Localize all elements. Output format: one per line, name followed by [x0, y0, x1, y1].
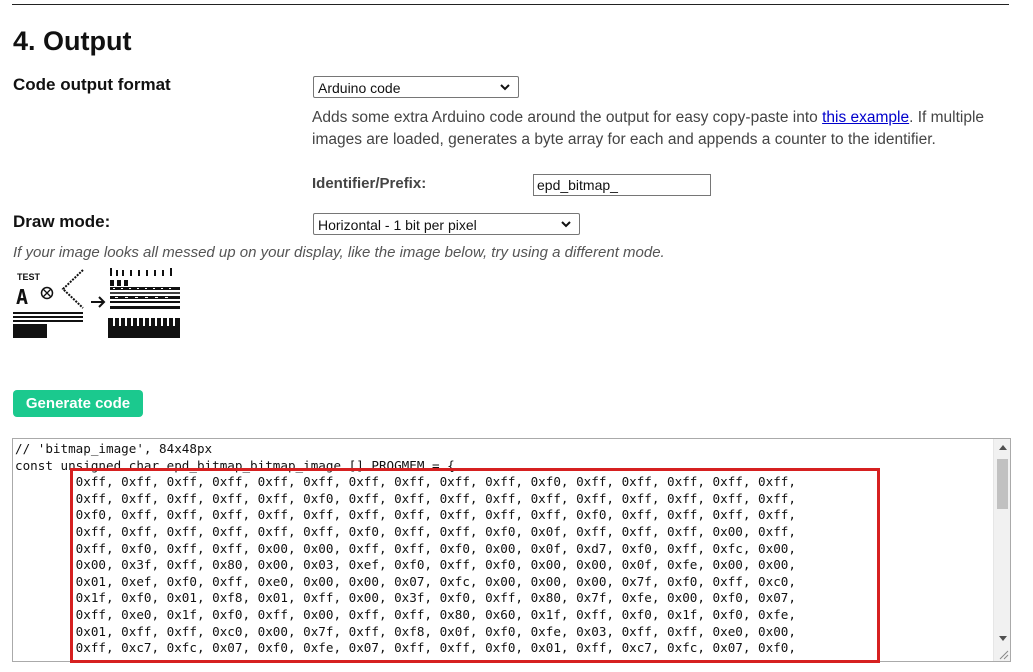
section-title: 4. Output [13, 26, 132, 56]
draw-mode-select[interactable]: Horizontal - 1 bit per pixel [313, 213, 580, 235]
example-test-text: TEST [17, 272, 41, 282]
code-line: 0xff, 0xff, 0xff, 0xff, 0xff, 0xff, 0xf0… [15, 524, 796, 539]
scroll-up-arrow-icon[interactable] [994, 439, 1010, 456]
code-line: 0xff, 0xc7, 0xfc, 0x07, 0xf0, 0xfe, 0x07… [15, 640, 796, 656]
code-output-format-value: Arduino code [318, 80, 401, 96]
generate-code-button[interactable]: Generate code [13, 390, 143, 417]
this-example-link[interactable]: this example [822, 109, 909, 126]
code-line: 0xf0, 0xff, 0xff, 0xff, 0xff, 0xff, 0xff… [15, 507, 796, 523]
chevron-down-icon [561, 221, 571, 228]
draw-mode-label: Draw mode: [13, 212, 111, 231]
identifier-prefix-input[interactable]: epd_bitmap_ [533, 174, 711, 196]
code-line: 0xff, 0xf0, 0xff, 0xff, 0x00, 0x00, 0xff… [15, 540, 796, 556]
code-line: 0x01, 0xef, 0xf0, 0xff, 0xe0, 0x00, 0x00… [15, 573, 796, 589]
example-line [13, 316, 83, 318]
output-format-description: Adds some extra Arduino code around the … [312, 107, 1012, 151]
draw-mode-hint: If your image looks all messed up on you… [13, 244, 665, 261]
example-chevron-icon [61, 269, 84, 309]
example-arrow-icon [91, 296, 106, 308]
chevron-down-icon [500, 84, 510, 91]
example-bitmap-image: TEST A [13, 268, 180, 338]
identifier-prefix-label: Identifier/Prefix: [312, 175, 427, 192]
code-line: 0x1f, 0xf0, 0x01, 0xf8, 0x01, 0xff, 0x00… [15, 590, 796, 606]
resize-handle-icon[interactable] [997, 648, 1009, 660]
scroll-down-arrow-icon[interactable] [994, 630, 1010, 647]
draw-mode-value: Horizontal - 1 bit per pixel [318, 217, 477, 233]
code-output-format-label: Code output format [13, 75, 171, 94]
code-line: 0x00, 0x3f, 0xff, 0x80, 0x00, 0x03, 0xef… [15, 557, 796, 573]
example-letter: A [16, 285, 28, 309]
code-line: // 'bitmap_image', 84x48px [15, 441, 213, 456]
code-line: 0x01, 0xff, 0xff, 0xc0, 0x00, 0x7f, 0xff… [15, 623, 796, 639]
example-x-mark [43, 289, 51, 297]
top-divider [12, 4, 1009, 5]
code-output-textarea[interactable]: // 'bitmap_image', 84x48px const unsigne… [12, 438, 1011, 662]
code-line: 0xff, 0xff, 0xff, 0xff, 0xff, 0xff, 0xff… [15, 474, 796, 490]
code-line: 0xff, 0xe0, 0x1f, 0xf0, 0xff, 0x00, 0xff… [15, 607, 796, 622]
code-line: const unsigned char epd_bitmap_bitmap_im… [15, 457, 455, 473]
code-line: 0xff, 0xff, 0xff, 0xff, 0xff, 0xf0, 0xff… [15, 490, 796, 506]
example-line [13, 312, 83, 314]
example-line [13, 320, 83, 322]
example-garbled-pattern [108, 268, 180, 338]
code-output-format-select[interactable]: Arduino code [313, 76, 519, 98]
vertical-scrollbar[interactable] [993, 439, 1010, 661]
scrollbar-thumb[interactable] [997, 459, 1008, 509]
description-text: Adds some extra Arduino code around the … [312, 109, 823, 126]
example-block [13, 324, 47, 338]
